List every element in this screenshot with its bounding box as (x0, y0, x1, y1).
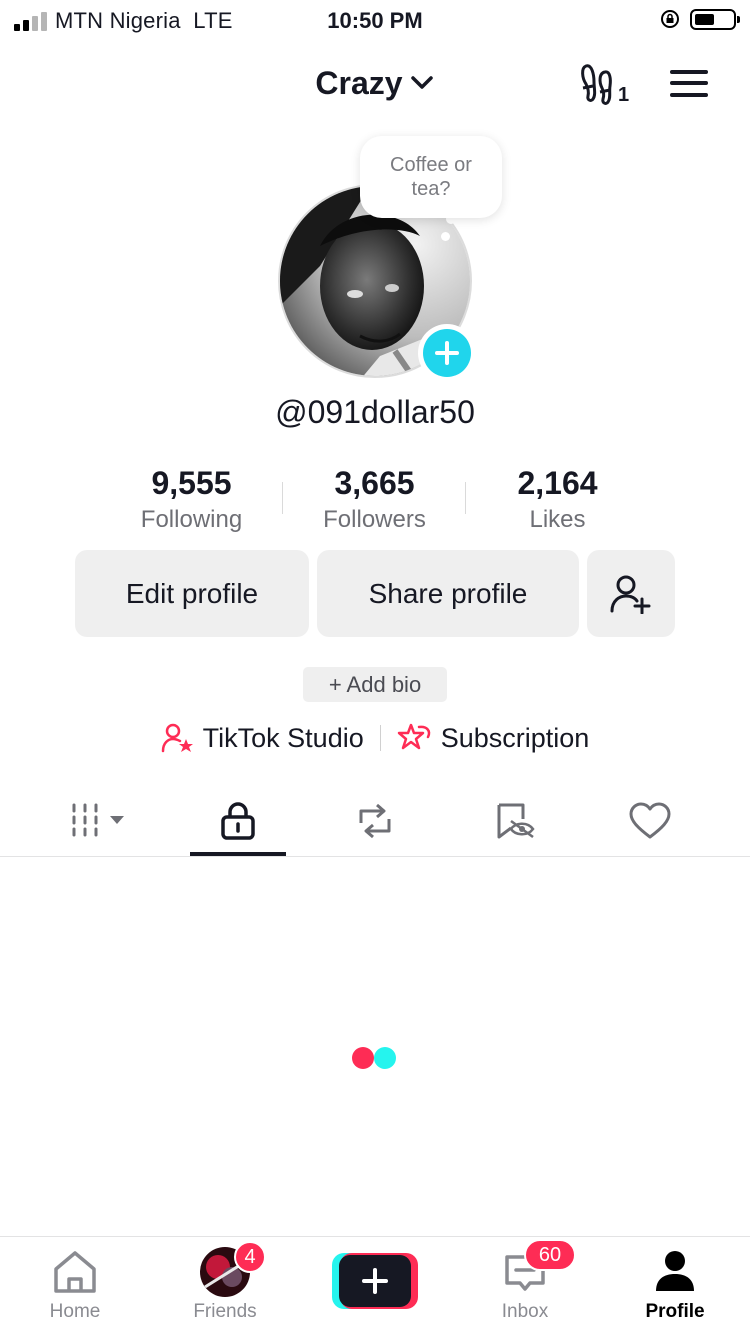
studio-label: TikTok Studio (202, 722, 364, 753)
chevron-down-icon (410, 76, 433, 89)
plus-icon (423, 329, 471, 377)
lock-icon (221, 802, 255, 840)
subscription-link[interactable]: Subscription (397, 722, 590, 754)
active-tab-indicator (190, 852, 286, 856)
account-switcher[interactable]: Crazy (0, 60, 750, 106)
stat-label: Followers (323, 506, 426, 533)
nav-friends[interactable]: 4 Friends (150, 1237, 300, 1334)
nav-profile[interactable]: Profile (600, 1237, 750, 1334)
tab-liked[interactable] (600, 785, 700, 857)
repost-icon (359, 803, 391, 839)
status-bar: MTN Nigeria LTE 10:50 PM (0, 0, 750, 40)
subscription-label: Subscription (440, 722, 590, 753)
tab-videos[interactable] (50, 785, 150, 857)
home-icon (54, 1251, 96, 1293)
tiktok-studio-link[interactable]: TikTok Studio (161, 722, 364, 754)
tab-reposts[interactable] (327, 785, 423, 857)
profile-views-count: 1 (618, 84, 630, 106)
footprint-icon (581, 64, 612, 105)
content-tabs (0, 785, 750, 857)
profile-icon (656, 1251, 694, 1291)
edit-profile-button[interactable]: Edit profile (75, 550, 309, 637)
bookmark-hidden-icon (497, 803, 535, 839)
battery-icon (690, 9, 740, 30)
loading-indicator (352, 1047, 398, 1069)
profile-views-button[interactable]: 1 (580, 62, 632, 108)
add-friends-button[interactable] (587, 550, 675, 637)
note-bubble[interactable]: Coffee or tea? (360, 136, 502, 218)
bottom-navigation: Home 4 Friends 60 Inbox Profile (0, 1236, 750, 1334)
stat-value: 2,164 (517, 465, 598, 501)
stat-label: Following (140, 506, 243, 533)
username: @091dollar50 (275, 394, 475, 430)
stats-row: 9,555 Following 3,665 Followers 2,164 Li… (100, 462, 650, 542)
account-name: Crazy (315, 64, 403, 101)
nav-label: Home (49, 1301, 101, 1322)
stat-likes[interactable]: 2,164 Likes (466, 462, 649, 542)
videos-grid-icon (72, 803, 124, 837)
inbox-badge: 60 (524, 1239, 576, 1271)
stat-value: 3,665 (334, 465, 415, 501)
add-photo-button[interactable] (418, 324, 476, 382)
rotation-lock-icon (661, 10, 679, 28)
status-time: 10:50 PM (327, 8, 423, 33)
nav-label: Inbox (501, 1301, 549, 1322)
menu-button[interactable] (668, 66, 712, 100)
bubble-dot (441, 232, 450, 241)
heart-icon (629, 802, 671, 839)
studio-icon (161, 723, 193, 753)
stat-value: 9,555 (151, 465, 232, 501)
nav-home[interactable]: Home (0, 1237, 150, 1334)
stat-followers[interactable]: 3,665 Followers (283, 462, 466, 542)
divider (379, 725, 381, 751)
add-bio-button[interactable]: + Add bio (303, 667, 447, 702)
stat-following[interactable]: 9,555 Following (100, 462, 283, 542)
nav-label: Profile (645, 1301, 705, 1322)
create-button[interactable] (332, 1253, 418, 1309)
tab-favorites[interactable] (465, 785, 565, 857)
nav-label: Friends (193, 1301, 257, 1322)
plus-icon (339, 1255, 411, 1307)
subscription-star-icon (397, 723, 430, 750)
creator-links: TikTok Studio Subscription (0, 718, 750, 758)
add-user-icon (610, 575, 651, 614)
stat-label: Likes (529, 506, 586, 533)
share-profile-button[interactable]: Share profile (317, 550, 579, 637)
tab-private[interactable] (190, 785, 286, 857)
friends-badge: 4 (234, 1241, 266, 1273)
nav-inbox[interactable]: 60 Inbox (450, 1237, 600, 1334)
